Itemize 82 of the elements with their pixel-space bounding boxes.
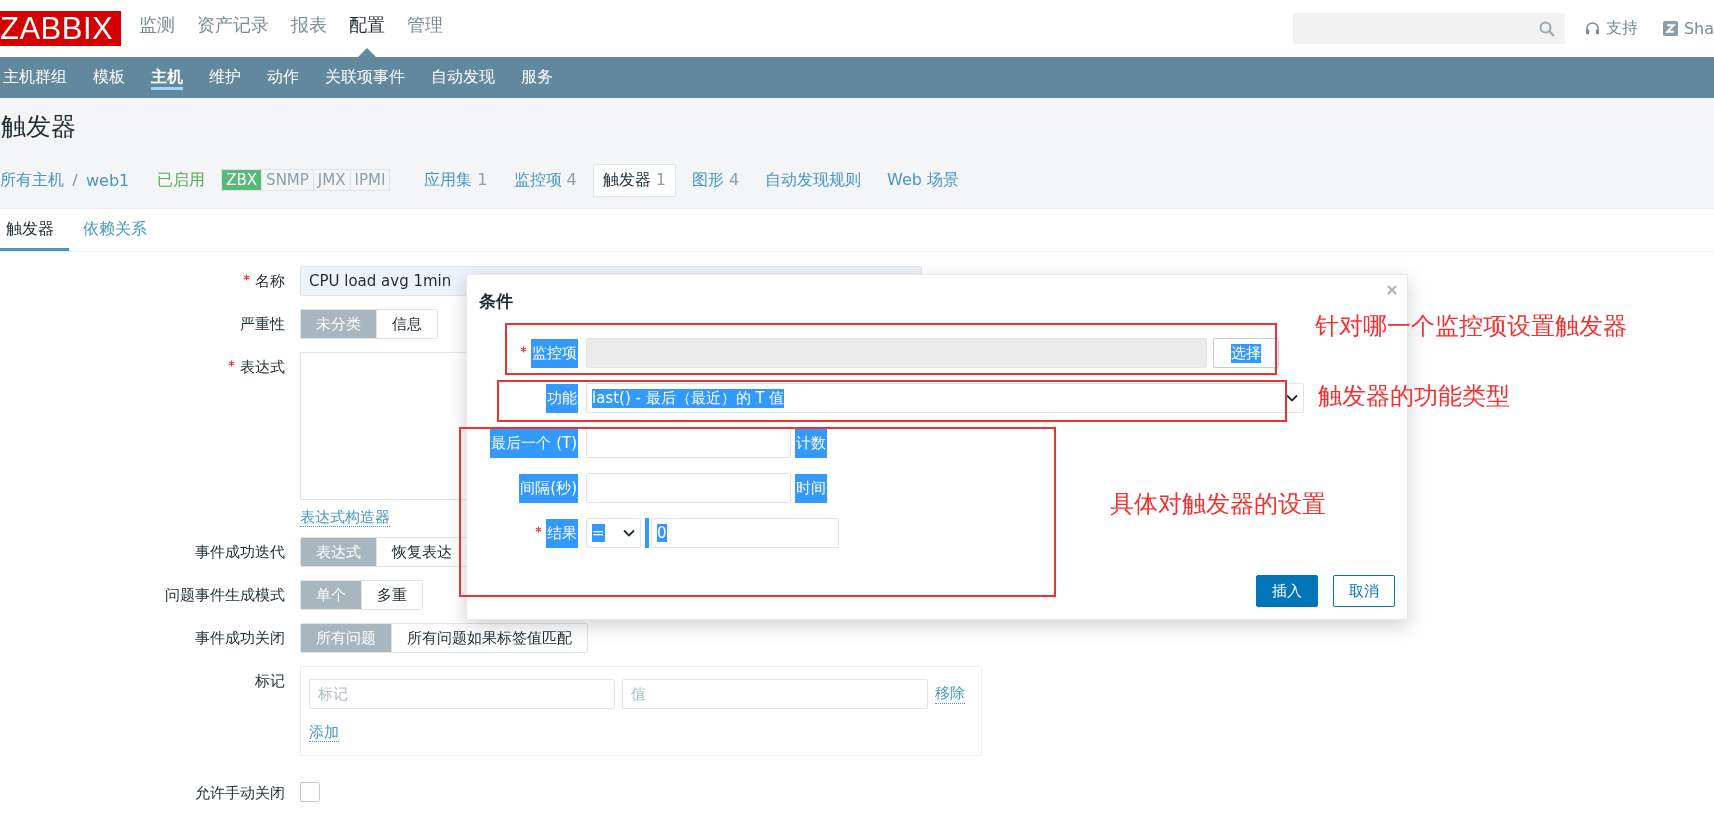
insert-button[interactable]: 插入 <box>1256 575 1318 607</box>
function-dropdown[interactable]: last() - 最后（最近）的 T 值 <box>586 383 1304 413</box>
chevron-icon <box>623 529 635 537</box>
field-label: 结果 <box>546 518 578 548</box>
menu-item[interactable]: 配置 <box>349 0 386 57</box>
select-button[interactable]: 选择 <box>1213 338 1279 368</box>
header-link[interactable]: Sha <box>1662 19 1714 38</box>
expression-builder-link[interactable]: 表达式构造器 <box>300 508 390 527</box>
form-tab[interactable]: 依赖关系 <box>77 209 153 251</box>
field-label: 事件成功迭代 <box>195 542 285 562</box>
chevron-icon <box>1286 394 1298 402</box>
field-label: 名称 <box>255 271 285 291</box>
radio-option[interactable]: 表达式 <box>301 538 376 566</box>
dialog-title: 条件 <box>479 290 513 313</box>
sub-nav-item[interactable]: 服务 <box>508 57 566 98</box>
header-link[interactable]: 支持 <box>1584 18 1638 39</box>
sub-nav-item[interactable]: 自动发现 <box>418 57 508 98</box>
radio-option[interactable]: 信息 <box>376 310 437 338</box>
menu-item[interactable]: 管理 <box>407 0 444 57</box>
search-icon <box>1538 20 1555 37</box>
annotation-note: 具体对触发器的设置 <box>1110 489 1326 520</box>
add-link[interactable]: 添加 <box>309 723 339 742</box>
value-field[interactable]: 值 <box>622 679 928 709</box>
radio-option[interactable]: 多重 <box>361 581 422 609</box>
host-tab[interactable]: 监控项 4 <box>503 163 587 197</box>
item-field[interactable] <box>586 338 1207 368</box>
availability-tag: SNMP <box>261 170 313 190</box>
field-label: 标记 <box>255 671 285 691</box>
sub-nav-item[interactable]: 维护 <box>196 57 254 98</box>
unit-label: 时间 <box>795 473 827 503</box>
text-field[interactable] <box>586 473 791 503</box>
remove-link[interactable]: 移除 <box>935 684 965 704</box>
host-tab[interactable]: 自动发现规则 <box>755 163 872 197</box>
field-label: 事件成功关闭 <box>195 628 285 648</box>
form-tab[interactable]: 触发器 <box>0 209 69 251</box>
availability-tag: ZBX <box>222 170 262 190</box>
tag-field[interactable]: 标记 <box>309 679 615 709</box>
field-label: 问题事件生成模式 <box>165 585 285 605</box>
sub-nav-item[interactable]: 主机 <box>138 57 196 98</box>
annotation-note: 触发器的功能类型 <box>1318 381 1510 412</box>
host-tab[interactable]: Web 场景 <box>877 163 970 197</box>
menu-item[interactable]: 报表 <box>291 0 328 57</box>
radio-option[interactable]: 未分类 <box>301 310 376 338</box>
page-title: 触发器 <box>1 111 77 143</box>
menu-item[interactable]: 资产记录 <box>197 0 270 57</box>
text-field[interactable] <box>586 428 791 458</box>
checkbox[interactable] <box>300 782 320 802</box>
sub-nav-item[interactable]: 模板 <box>80 57 138 98</box>
radio-option[interactable]: 单个 <box>301 581 361 609</box>
field-label: 最后一个 (T) <box>490 428 578 458</box>
sub-nav-item[interactable]: 动作 <box>254 57 312 98</box>
share-icon <box>1662 21 1678 36</box>
breadcrumb-link[interactable]: 所有主机 <box>0 169 64 191</box>
sub-nav-item[interactable]: 关联项事件 <box>312 57 418 98</box>
menu-item[interactable]: 监测 <box>139 0 176 57</box>
host-tab[interactable]: 图形 4 <box>681 163 750 197</box>
unit-label: 计数 <box>795 428 827 458</box>
selection-caret <box>645 518 649 548</box>
operator-dropdown[interactable]: = <box>586 518 641 548</box>
slash-icon <box>72 173 78 187</box>
host-tab[interactable]: 触发器 1 <box>592 163 676 197</box>
field-label: 间隔(秒) <box>519 473 578 503</box>
field-label: 功能 <box>546 383 578 413</box>
availability-tag: IPMI <box>349 170 390 190</box>
field-label: 监控项 <box>531 338 578 368</box>
headset-icon <box>1584 21 1600 36</box>
logo[interactable]: ZABBIX <box>0 11 122 46</box>
availability-tag: JMX <box>312 170 350 190</box>
field-label: 允许手动关闭 <box>195 783 285 803</box>
breadcrumb-link[interactable]: web1 <box>86 170 130 190</box>
search-field[interactable] <box>1292 13 1565 44</box>
field-label: 严重性 <box>240 314 285 334</box>
sub-nav-item[interactable]: 主机群组 <box>0 57 80 98</box>
radio-option[interactable]: 所有问题如果标签值匹配 <box>391 624 587 652</box>
cancel-button[interactable]: 取消 <box>1333 575 1395 607</box>
radio-option[interactable]: 所有问题 <box>301 624 391 652</box>
status-label[interactable]: 已启用 <box>157 169 206 191</box>
result-field[interactable]: 0 <box>651 518 839 548</box>
annotation-note: 针对哪一个监控项设置触发器 <box>1315 311 1627 342</box>
close-icon[interactable] <box>1387 285 1397 295</box>
field-label: 表达式 <box>240 357 285 377</box>
host-tab[interactable]: 应用集 1 <box>414 163 498 197</box>
